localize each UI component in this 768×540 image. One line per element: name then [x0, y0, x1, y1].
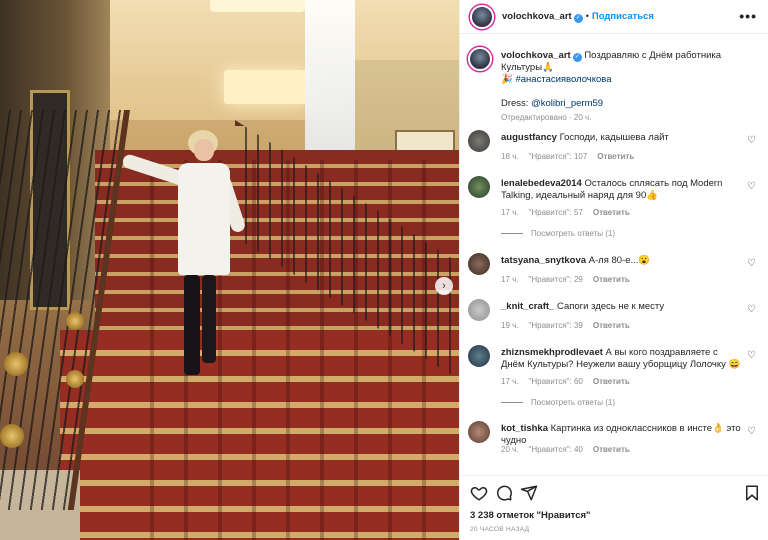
comment-likes[interactable]: "Нравится": 60	[529, 377, 583, 386]
comment-avatar[interactable]	[468, 130, 490, 152]
comment-avatar[interactable]	[468, 176, 490, 198]
bookmark-icon[interactable]	[743, 484, 761, 502]
heart-icon[interactable]	[470, 484, 488, 502]
comment-icon[interactable]	[495, 484, 513, 502]
caption-dress-link[interactable]: @kolibri_perm59	[531, 98, 603, 109]
post-header: volochkova_art ✓ • Подписаться •••	[460, 0, 768, 34]
comment-text: _knit_craft_ Сапоги здесь не к месту	[501, 301, 741, 313]
likes-count[interactable]: 3 238 отметок "Нравится"	[470, 510, 591, 521]
caption-hashtag-icon: 🎉	[501, 74, 513, 85]
caption-dress-prefix: Dress:	[501, 98, 532, 109]
comment-likes[interactable]: "Нравится": 57	[529, 208, 583, 217]
heart-icon[interactable]: ♡	[747, 351, 757, 361]
comment-meta: 17 ч. "Нравится": 57 Ответить	[501, 208, 640, 217]
comment-time: 17 ч.	[501, 275, 519, 284]
caption-edited-time: Отредактировано · 20 ч.	[501, 113, 592, 122]
post-actions: 3 238 отметок "Нравится" 20 ЧАСОВ НАЗАД	[460, 475, 768, 540]
comment-text: lenalebedeva2014 Осталось сплясать под M…	[501, 178, 741, 202]
heart-icon[interactable]: ♡	[747, 305, 757, 315]
comment-text: zhiznsmekhprodlevaet А вы кого поздравля…	[501, 347, 741, 371]
caption-author-avatar[interactable]	[468, 47, 492, 71]
reply-button[interactable]: Ответить	[597, 152, 634, 161]
heart-icon[interactable]: ♡	[747, 182, 757, 192]
comment-username[interactable]: zhiznsmekhprodlevaet	[501, 347, 603, 358]
verified-icon: ✓	[573, 14, 583, 23]
comment-meta: 17 ч. "Нравится": 29 Ответить	[501, 275, 640, 284]
ceiling-light-panel	[224, 70, 308, 104]
comments-feed[interactable]: volochkova_art ✓ Поздравляю с Днём работн…	[460, 35, 768, 475]
reply-button[interactable]: Ответить	[593, 321, 630, 330]
comment-likes[interactable]: "Нравится": 107	[529, 152, 588, 161]
reply-button[interactable]: Ответить	[593, 275, 630, 284]
comment-body: Сапоги здесь не к месту	[556, 301, 665, 312]
comment-avatar[interactable]	[468, 345, 490, 367]
railing-medallion	[66, 312, 84, 330]
figure-boot	[202, 275, 216, 363]
comment-likes[interactable]: "Нравится": 29	[529, 275, 583, 284]
comment-meta: 19 ч. "Нравится": 39 Ответить	[501, 321, 640, 330]
figure-face	[194, 139, 214, 161]
comment-avatar[interactable]	[468, 421, 490, 443]
comment-username[interactable]: augustfancy	[501, 132, 557, 143]
author-username[interactable]: volochkova_art	[502, 11, 572, 22]
caption-text: volochkova_art ✓ Поздравляю с Днём работн…	[501, 50, 756, 110]
comment-time: 19 ч.	[501, 321, 519, 330]
view-replies-button[interactable]: Посмотреть ответы (1)	[501, 398, 615, 407]
caption-hashtag[interactable]: #анастасияволочкова	[515, 74, 611, 85]
railing-medallion	[66, 370, 84, 388]
post-photo[interactable]: ›	[0, 0, 459, 540]
reply-button[interactable]: Ответить	[593, 208, 630, 217]
comment-body: Господи, кадышева лайт	[559, 132, 669, 143]
heart-icon[interactable]: ♡	[747, 427, 757, 437]
verified-icon: ✓	[572, 53, 582, 62]
comment-time: 18 ч.	[501, 152, 519, 161]
railing-medallion	[4, 352, 28, 376]
railing-medallion	[0, 424, 24, 448]
more-icon[interactable]: •••	[739, 9, 757, 23]
comment-text: kot_tishka Картинка из одноклассников в …	[501, 423, 741, 447]
separator-dot: •	[585, 11, 589, 21]
heart-icon[interactable]: ♡	[747, 259, 757, 269]
comment-username[interactable]: tatsyana_snytkova	[501, 255, 586, 266]
figure-boot	[184, 275, 200, 375]
caption-author[interactable]: volochkova_art	[501, 50, 571, 61]
post-time-ago: 20 ЧАСОВ НАЗАД	[470, 526, 530, 533]
reply-button[interactable]: Ответить	[593, 445, 630, 454]
comment-body: А-ля 80-е...😮	[588, 255, 651, 266]
comment-avatar[interactable]	[468, 253, 490, 275]
comment-likes[interactable]: "Нравится": 39	[529, 321, 583, 330]
comment-username[interactable]: _knit_craft_	[501, 301, 554, 312]
reply-button[interactable]: Ответить	[593, 377, 630, 386]
comment-meta: 18 ч. "Нравится": 107 Ответить	[501, 152, 644, 161]
ceiling-light	[210, 0, 305, 12]
figure-dress	[178, 163, 230, 275]
chevron-right-icon[interactable]: ›	[435, 277, 453, 295]
heart-icon[interactable]: ♡	[747, 136, 757, 146]
comment-meta: 17 ч. "Нравится": 60 Ответить	[501, 377, 640, 386]
comment-username[interactable]: kot_tishka	[501, 423, 548, 434]
header-author-line: volochkova_art ✓ • Подписаться	[502, 11, 654, 23]
share-icon[interactable]	[520, 484, 538, 502]
comment-likes[interactable]: "Нравится": 40	[529, 445, 583, 454]
post-side-panel: volochkova_art ✓ • Подписаться ••• volochko…	[459, 0, 768, 540]
comment-time: 17 ч.	[501, 377, 519, 386]
comment-time: 20 ч.	[501, 445, 519, 454]
author-avatar[interactable]	[470, 5, 494, 29]
comment-text: tatsyana_snytkova А-ля 80-е...😮	[501, 255, 741, 267]
woman-figure	[120, 125, 260, 385]
view-replies-button[interactable]: Посмотреть ответы (1)	[501, 229, 615, 238]
comment-username[interactable]: lenalebedeva2014	[501, 178, 582, 189]
comment-text: augustfancy Господи, кадышева лайт	[501, 132, 741, 144]
comment-meta: 20 ч. "Нравится": 40 Ответить	[501, 445, 640, 454]
follow-button[interactable]: Подписаться	[592, 11, 654, 22]
comment-time: 17 ч.	[501, 208, 519, 217]
comment-avatar[interactable]	[468, 299, 490, 321]
